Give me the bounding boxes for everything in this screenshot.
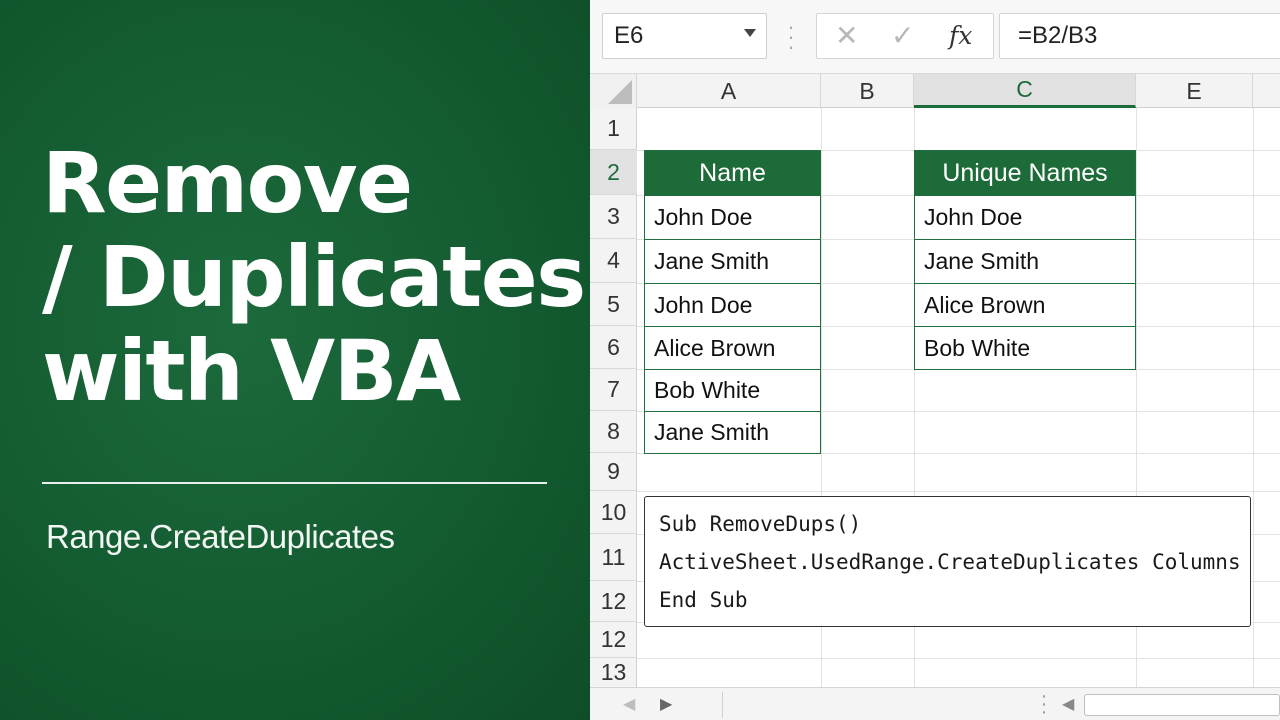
code-line: ActiveSheet.UsedRange.CreateDuplicates C… — [659, 550, 1241, 574]
select-all-icon — [608, 80, 632, 104]
names-header-cell[interactable]: Name — [644, 150, 821, 196]
spreadsheet-window: E6 · · · ✕ ✓ fx =B2/B3 A B C E 1 2 3 4 5 6… — [590, 0, 1280, 720]
unique-cell[interactable]: Alice Brown — [914, 283, 1136, 327]
row-header-1[interactable]: 1 — [590, 108, 637, 150]
names-cell[interactable]: Bob White — [644, 369, 821, 412]
fx-icon[interactable]: fx — [949, 20, 972, 52]
column-header-e[interactable]: E — [1136, 74, 1253, 108]
drag-handle-icon[interactable]: · · · — [1040, 686, 1048, 720]
vba-code-box: Sub RemoveDups() ActiveSheet.UsedRange.C… — [644, 496, 1251, 627]
row-header-12b[interactable]: 12 — [590, 622, 637, 658]
code-line: End Sub — [659, 588, 748, 612]
column-header-c[interactable]: C — [914, 74, 1136, 108]
select-all-corner[interactable] — [590, 74, 637, 108]
sheet-tab-bar: ◀ ▶ · · · ◀ — [590, 686, 1280, 720]
formula-value: =B2/B3 — [1018, 22, 1098, 49]
names-cell[interactable]: Jane Smith — [644, 239, 821, 284]
horizontal-scrollbar[interactable] — [1084, 694, 1280, 716]
row-header-9[interactable]: 9 — [590, 453, 637, 491]
code-line: Sub RemoveDups() — [659, 512, 862, 536]
name-box-value: E6 — [614, 22, 644, 49]
check-icon[interactable]: ✓ — [891, 20, 914, 52]
unique-cell[interactable]: John Doe — [914, 195, 1136, 240]
name-box[interactable]: E6 — [602, 13, 767, 59]
row-header-4[interactable]: 4 — [590, 239, 637, 283]
row-header-5[interactable]: 5 — [590, 283, 637, 326]
close-icon[interactable]: ✕ — [835, 20, 858, 52]
row-header-3[interactable]: 3 — [590, 195, 637, 239]
gridline — [637, 491, 1280, 492]
chevron-down-icon[interactable] — [744, 29, 756, 37]
title-line-2: / Duplicates / — [42, 228, 643, 326]
row-header-13[interactable]: 13 — [590, 658, 637, 688]
row-header-11[interactable]: 11 — [590, 534, 637, 581]
names-cell[interactable]: Jane Smith — [644, 411, 821, 454]
page-title: Remove / Duplicates / with VBA — [42, 134, 643, 420]
chevron-right-icon[interactable]: ▶ — [660, 694, 672, 714]
names-cell[interactable]: John Doe — [644, 195, 821, 240]
row-header-8[interactable]: 8 — [590, 411, 637, 453]
title-line-1: Remove — [42, 134, 413, 232]
column-header-a[interactable]: A — [637, 74, 821, 108]
tab-divider — [722, 692, 723, 718]
column-headers: A B C E — [590, 74, 1280, 108]
row-headers: 1 2 3 4 5 6 7 8 9 10 11 12 12 13 — [590, 108, 637, 720]
formula-bar: E6 · · · ✕ ✓ fx =B2/B3 — [590, 0, 1280, 74]
row-header-12[interactable]: 12 — [590, 581, 637, 622]
gridline — [637, 658, 1280, 659]
unique-cell[interactable]: Jane Smith — [914, 239, 1136, 284]
names-cell[interactable]: Alice Brown — [644, 326, 821, 370]
subtitle: Range.CreateDuplicates — [46, 518, 395, 555]
chevron-left-icon[interactable]: ◀ — [623, 694, 635, 714]
names-cell[interactable]: John Doe — [644, 283, 821, 327]
drag-handle-icon[interactable]: · · · — [786, 16, 796, 58]
title-divider — [42, 482, 547, 484]
row-header-7[interactable]: 7 — [590, 369, 637, 411]
row-header-2[interactable]: 2 — [590, 150, 637, 195]
formula-input[interactable]: =B2/B3 — [999, 13, 1280, 59]
column-header-next[interactable] — [1253, 74, 1280, 108]
row-header-10[interactable]: 10 — [590, 491, 637, 534]
column-header-b[interactable]: B — [821, 74, 914, 108]
row-header-6[interactable]: 6 — [590, 326, 637, 369]
title-line-3: with VBA — [42, 322, 461, 420]
unique-header-cell[interactable]: Unique Names — [914, 150, 1136, 196]
formula-actions: ✕ ✓ fx — [816, 13, 994, 59]
title-panel: Remove / Duplicates / with VBA Range.Cre… — [0, 0, 643, 720]
unique-cell[interactable]: Bob White — [914, 326, 1136, 370]
scroll-left-icon[interactable]: ◀ — [1062, 694, 1074, 714]
